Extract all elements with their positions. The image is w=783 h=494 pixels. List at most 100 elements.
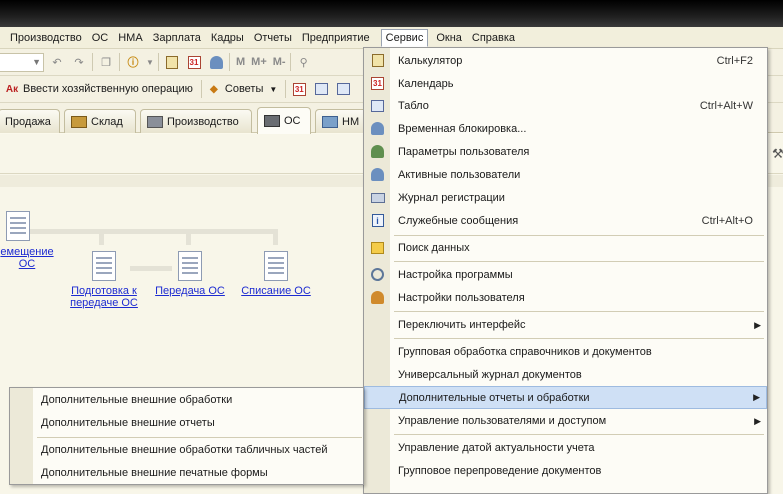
calculator-icon[interactable] xyxy=(163,53,181,71)
submenu-item-tabular-processing[interactable]: Дополнительные внешние обработки табличн… xyxy=(41,444,327,456)
menu-windows[interactable]: Окна xyxy=(431,29,467,47)
flow-connector xyxy=(273,229,278,245)
forward-icon[interactable]: ↷ xyxy=(70,53,88,71)
chevron-down-icon[interactable]: ▼ xyxy=(32,57,41,67)
menu-production[interactable]: Производство xyxy=(5,29,87,47)
flow-connector xyxy=(130,266,172,271)
shortcut-label: Ctrl+Alt+O xyxy=(701,215,753,227)
user-settings-icon xyxy=(370,144,385,159)
operation-icon: Ак xyxy=(5,83,19,95)
lock-user-icon xyxy=(370,121,385,136)
copy-icon[interactable]: ❐ xyxy=(97,53,115,71)
menu-item-board[interactable]: Табло Ctrl+Alt+W xyxy=(364,95,767,117)
flow-connector xyxy=(99,229,104,245)
calendar-icon[interactable]: 31 xyxy=(185,53,203,71)
menu-item-group-processing[interactable]: Групповая обработка справочников и докум… xyxy=(364,341,767,363)
menu-item-label: Управление датой актуальности учета xyxy=(398,442,595,454)
toolbar-divider xyxy=(119,53,120,71)
tab-warehouse[interactable]: Склад xyxy=(64,109,136,133)
toolbar-divider xyxy=(285,80,287,98)
menu-item-label: Переключить интерфейс xyxy=(398,319,526,331)
calendar-icon: 31 xyxy=(370,76,385,91)
menu-separator xyxy=(394,261,764,262)
flow-connector xyxy=(186,229,191,245)
menu-separator xyxy=(394,338,764,339)
tips-button[interactable]: ◆ Советы ▼ xyxy=(202,81,281,97)
menu-item-user-params[interactable]: Параметры пользователя xyxy=(364,141,767,163)
wrench-icon[interactable]: ⚲ xyxy=(295,53,313,71)
menu-item-service-messages[interactable]: i Служебные сообщения Ctrl+Alt+O xyxy=(364,210,767,232)
submenu-arrow-icon: ▶ xyxy=(754,415,761,426)
menu-salary[interactable]: Зарплата xyxy=(148,29,206,47)
menu-item-user-access[interactable]: Управление пользователями и доступом ▶ xyxy=(364,410,767,432)
document-icon[interactable] xyxy=(264,251,288,281)
submenu-arrow-icon: ▶ xyxy=(754,319,761,330)
menu-item-label: Настройка программы xyxy=(398,269,513,281)
memory-plus-label[interactable]: M+ xyxy=(251,56,267,68)
menu-enterprise[interactable]: Предприятие xyxy=(297,29,375,47)
submenu-item-external-processing[interactable]: Дополнительные внешние обработки xyxy=(41,394,232,406)
menu-item-label: Калькулятор xyxy=(398,55,463,67)
menu-item-program-settings[interactable]: Настройка программы xyxy=(364,264,767,286)
tab-sales-label: Продажа xyxy=(5,115,51,128)
menu-item-active-users[interactable]: Активные пользователи xyxy=(364,164,767,186)
menu-item-group-repost[interactable]: Групповое перепроведение документов xyxy=(364,460,767,482)
shortcut-label: Ctrl+F2 xyxy=(716,55,753,67)
menu-separator xyxy=(394,434,764,435)
chevron-down-icon[interactable]: ▼ xyxy=(146,53,154,71)
tips-label: Советы xyxy=(224,83,264,95)
tab-production[interactable]: Производство xyxy=(140,109,252,133)
flow-link-prepare-transfer[interactable]: Подготовка к передаче ОС xyxy=(66,285,142,309)
menu-help[interactable]: Справка xyxy=(467,29,520,47)
toolbar-divider xyxy=(229,53,230,71)
print-settings-icon[interactable] xyxy=(334,80,352,98)
toolbar-combo[interactable]: ▼ xyxy=(0,52,44,72)
document-icon[interactable] xyxy=(6,211,30,241)
menu-item-data-search[interactable]: Поиск данных xyxy=(364,237,767,259)
factory-icon xyxy=(147,115,163,128)
flow-link-write-off[interactable]: Списание ОС xyxy=(236,285,316,297)
menu-item-user-settings[interactable]: Настройки пользователя xyxy=(364,287,767,309)
toolbar-divider xyxy=(158,53,159,71)
menu-item-switch-interface[interactable]: Переключить интерфейс ▶ xyxy=(364,314,767,336)
tab-fixed-assets[interactable]: ОС xyxy=(257,107,311,134)
memory-minus-label[interactable]: M- xyxy=(273,56,286,68)
memory-label[interactable]: M xyxy=(236,56,245,68)
menu-hr[interactable]: Кадры xyxy=(206,29,249,47)
menu-item-universal-journal[interactable]: Универсальный журнал документов xyxy=(364,364,767,386)
enter-operation-button[interactable]: Ак Ввести хозяйственную операцию xyxy=(0,81,197,97)
wrench-icon[interactable]: ⚒ xyxy=(772,146,783,162)
back-icon[interactable]: ↶ xyxy=(48,53,66,71)
menu-service[interactable]: Сервис xyxy=(380,28,429,47)
calendar-icon[interactable]: 31 xyxy=(290,80,308,98)
flow-link-relocation[interactable]: емещение ОС xyxy=(0,246,54,270)
submenu-item-print-forms[interactable]: Дополнительные внешние печатные формы xyxy=(41,467,268,479)
document-icon[interactable] xyxy=(178,251,202,281)
tab-sales[interactable]: Продажа xyxy=(0,109,60,133)
menu-reports[interactable]: Отчеты xyxy=(249,29,297,47)
submenu-item-external-reports[interactable]: Дополнительные внешние отчеты xyxy=(41,417,215,429)
flow-link-transfer[interactable]: Передача ОС xyxy=(152,285,228,297)
tab-production-label: Производство xyxy=(167,115,239,128)
user-icon xyxy=(370,290,385,305)
active-users-icon xyxy=(370,167,385,182)
intangibles-icon xyxy=(322,115,338,128)
document-icon[interactable] xyxy=(92,251,116,281)
menu-item-calendar[interactable]: 31 Календарь xyxy=(364,73,767,95)
info-icon[interactable]: ⓘ xyxy=(124,53,142,71)
document-table-icon[interactable] xyxy=(312,80,330,98)
menu-item-label: Настройки пользователя xyxy=(398,292,525,304)
menu-separator xyxy=(37,437,362,438)
menu-item-additional-reports[interactable]: Дополнительные отчеты и обработки ▶ xyxy=(364,386,767,409)
menu-fixed-assets[interactable]: ОС xyxy=(87,29,114,47)
enter-operation-label: Ввести хозяйственную операцию xyxy=(23,83,193,95)
menu-item-date-relevance[interactable]: Управление датой актуальности учета xyxy=(364,437,767,459)
menu-item-temp-lock[interactable]: Временная блокировка... xyxy=(364,118,767,140)
menu-separator xyxy=(394,311,764,312)
tab-fixed-assets-label: ОС xyxy=(284,115,301,127)
flow-connector xyxy=(30,229,278,234)
users-icon[interactable] xyxy=(207,53,225,71)
menu-item-calculator[interactable]: Калькулятор Ctrl+F2 xyxy=(364,50,767,72)
menu-item-event-log[interactable]: Журнал регистрации xyxy=(364,187,767,209)
menu-intangibles[interactable]: НМА xyxy=(113,29,147,47)
